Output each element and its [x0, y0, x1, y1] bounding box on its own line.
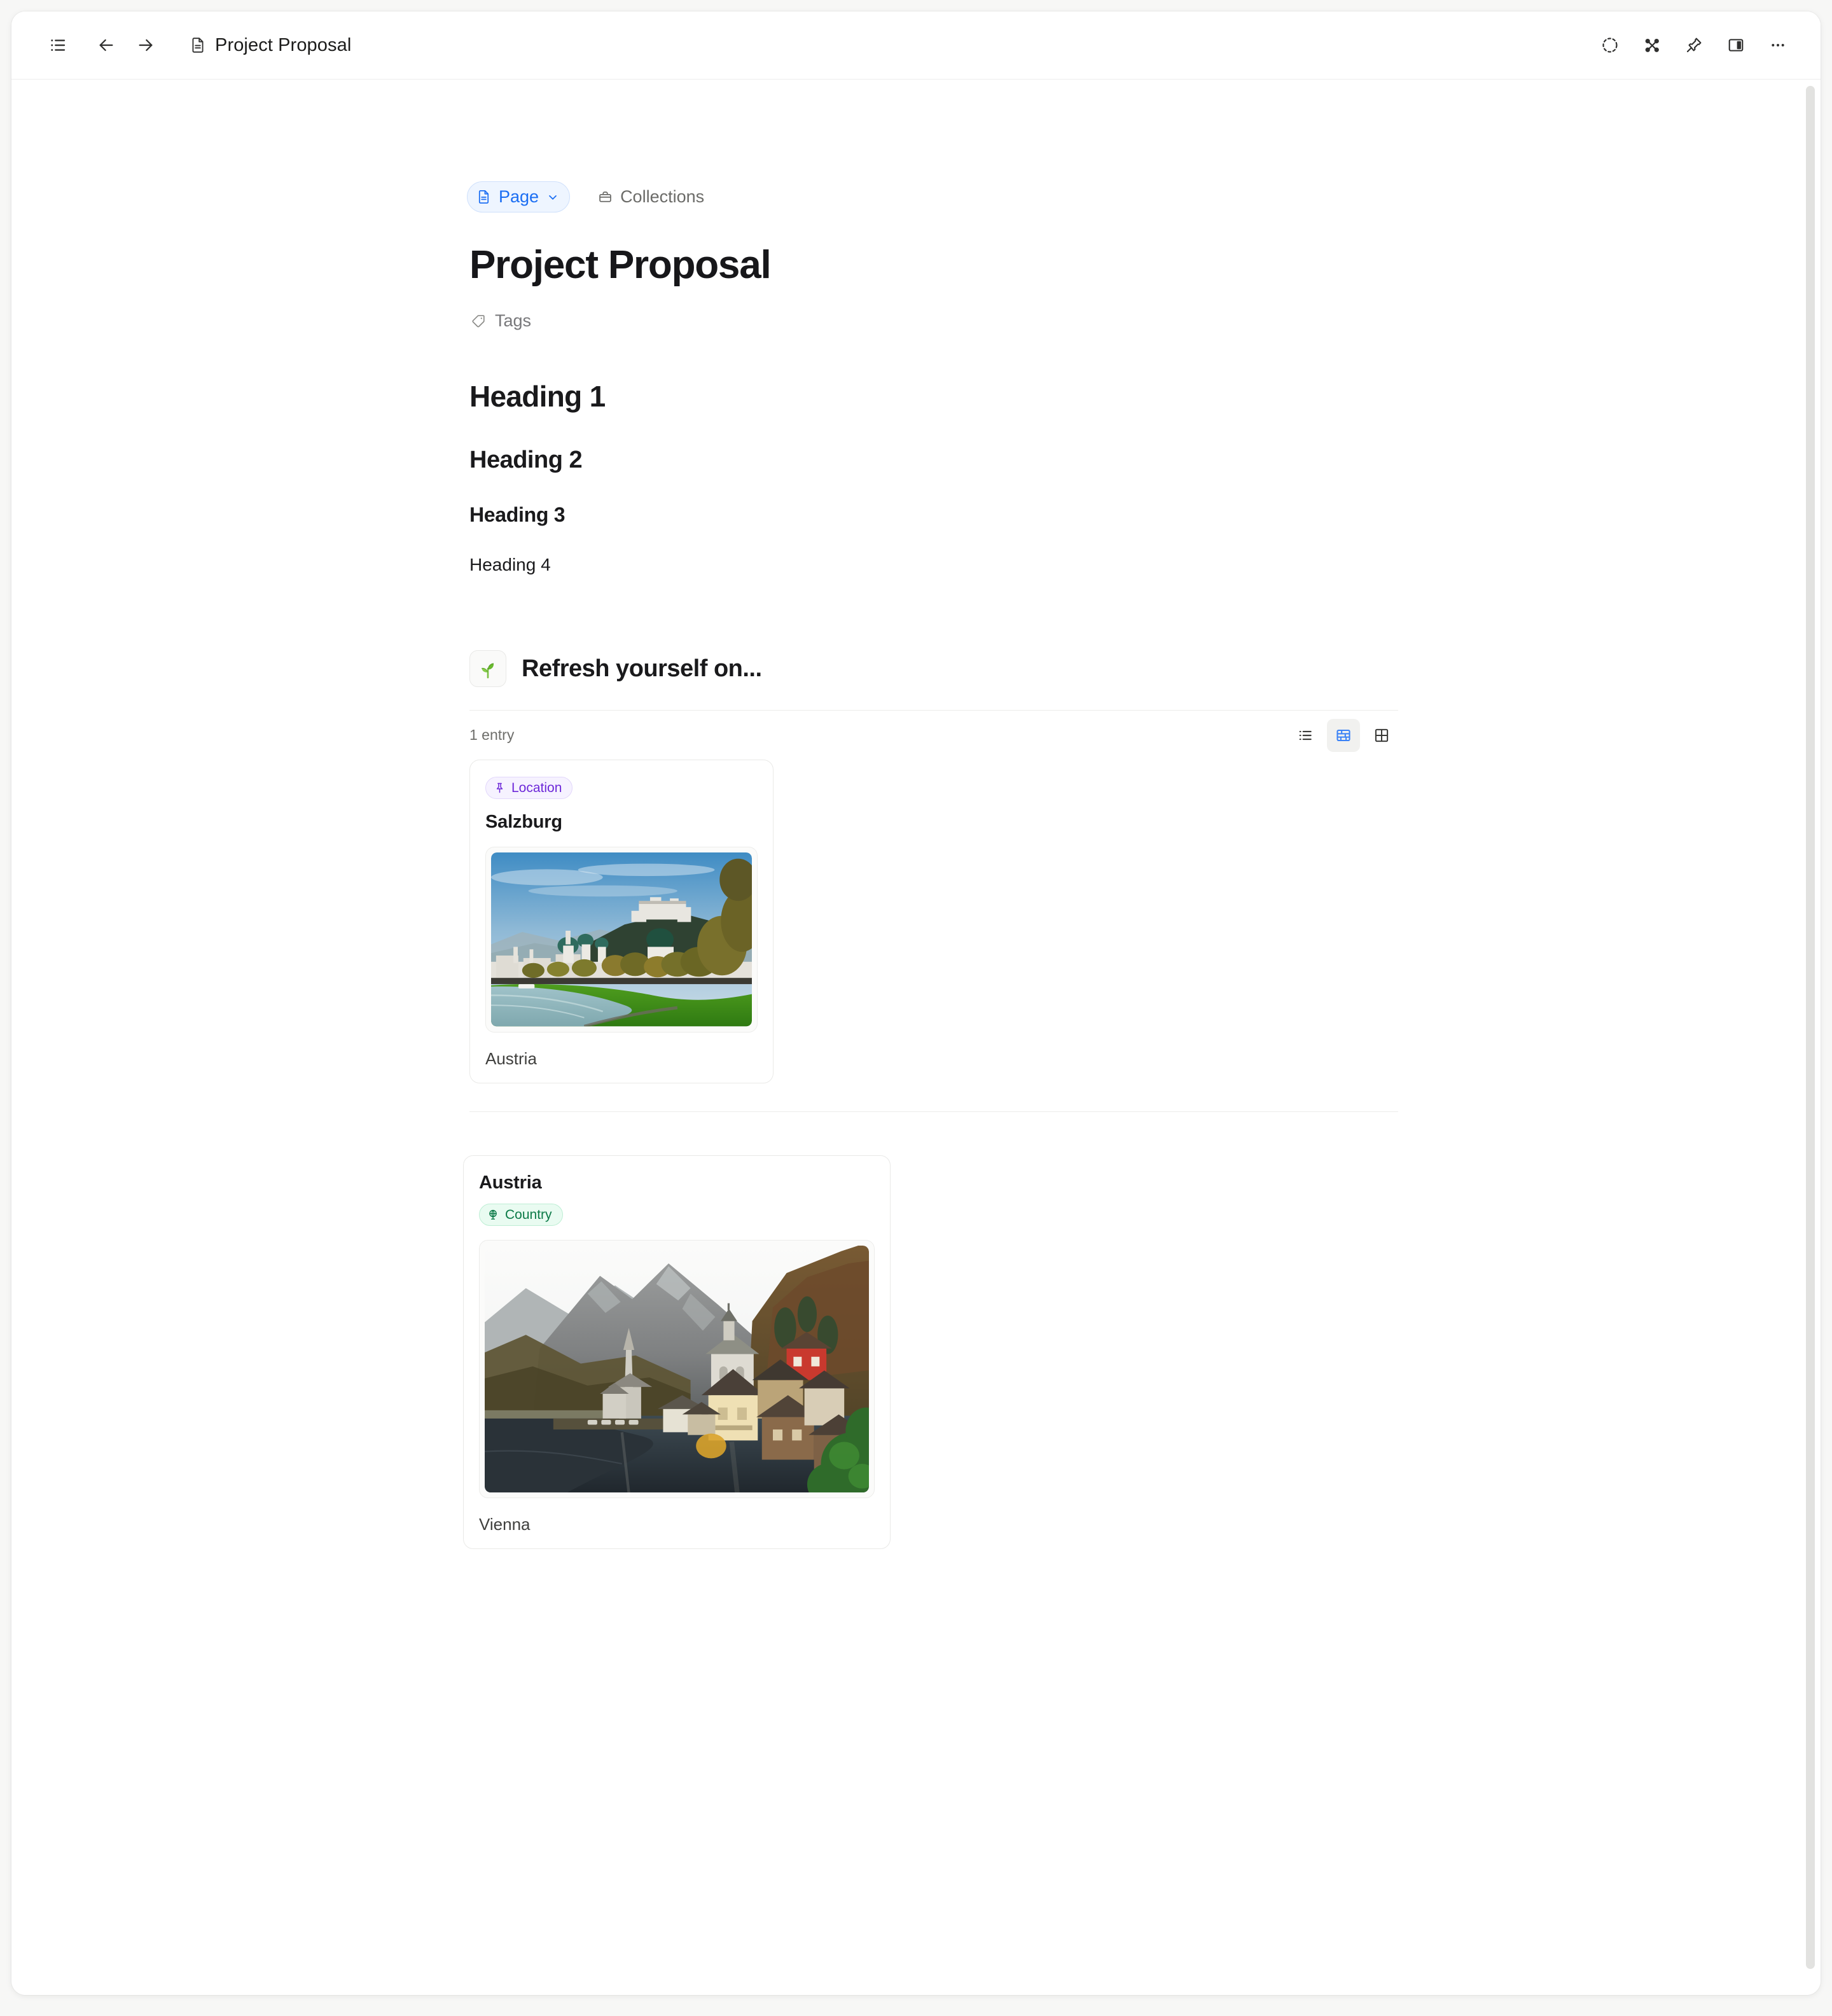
- gallery-view-button[interactable]: [1327, 718, 1360, 752]
- breadcrumb-document[interactable]: Project Proposal: [182, 30, 359, 61]
- grid-view-button[interactable]: [1365, 719, 1398, 752]
- collection-header[interactable]: Refresh yourself on...: [469, 650, 1398, 688]
- list-view-icon: [1297, 727, 1314, 744]
- heading-1[interactable]: Heading 1: [469, 379, 1398, 414]
- gallery-view-icon: [1335, 727, 1352, 744]
- globe-icon: [487, 1209, 499, 1221]
- card-title: Salzburg: [485, 812, 562, 833]
- hallstatt-lakeside-village-photo: [485, 1245, 869, 1493]
- tab-collections-label: Collections: [620, 187, 705, 206]
- back-button[interactable]: [87, 25, 126, 65]
- section-divider: [469, 1111, 1398, 1112]
- titlebar-left-controls: Project Proposal: [38, 25, 359, 65]
- split-panel-button[interactable]: [1716, 25, 1756, 65]
- titlebar: Project Proposal: [11, 11, 1821, 80]
- sidebar-toggle-button[interactable]: [38, 25, 78, 65]
- heading-3[interactable]: Heading 3: [469, 503, 1398, 527]
- collection-title: Refresh yourself on...: [522, 655, 762, 682]
- page-title[interactable]: Project Proposal: [469, 243, 1398, 287]
- card-subtitle: Austria: [485, 1048, 537, 1068]
- tab-page[interactable]: Page: [467, 181, 571, 212]
- forward-button[interactable]: [126, 25, 165, 65]
- card-title: Austria: [479, 1172, 542, 1193]
- collection-card-grid: Location Salzburg Austria: [469, 760, 1398, 1083]
- briefcase-icon: [598, 190, 613, 204]
- pin-icon: [1685, 36, 1703, 54]
- view-toggle-group: [1289, 718, 1398, 752]
- collection-block: Refresh yourself on... 1 entry Location …: [463, 650, 1398, 1550]
- frame-capture-icon: [1601, 36, 1619, 54]
- status-badge-label: Country: [505, 1207, 552, 1222]
- heading-4[interactable]: Heading 4: [469, 555, 1398, 575]
- grid-view-icon: [1373, 727, 1390, 744]
- pin-icon: [494, 782, 506, 794]
- page-mode-tabs: Page Collections: [467, 181, 1398, 212]
- vertical-scrollbar[interactable]: [1806, 86, 1815, 1989]
- pin-button[interactable]: [1674, 25, 1714, 65]
- status-badge[interactable]: Country: [479, 1203, 563, 1226]
- tag-icon: [471, 314, 486, 329]
- tab-collections[interactable]: Collections: [586, 181, 717, 212]
- list-sidebar-icon: [48, 36, 67, 55]
- split-panel-icon: [1727, 36, 1745, 54]
- arrow-left-icon: [96, 35, 116, 55]
- app-window: Project Proposal Page Collections Projec…: [11, 11, 1821, 1995]
- status-badge[interactable]: Location: [485, 777, 573, 800]
- titlebar-right-controls: [1590, 25, 1798, 65]
- graph-view-button[interactable]: [1632, 25, 1672, 65]
- entry-count: 1 entry: [469, 726, 515, 744]
- graph-view-icon: [1643, 36, 1662, 55]
- chevron-down-icon: [546, 191, 559, 204]
- status-badge-label: Location: [511, 781, 562, 796]
- document-icon: [190, 37, 206, 53]
- list-view-button[interactable]: [1289, 719, 1322, 752]
- scrollbar-thumb[interactable]: [1806, 86, 1815, 1969]
- document-icon: [476, 190, 491, 204]
- more-options-button[interactable]: [1758, 25, 1798, 65]
- card-image-frame: [485, 847, 758, 1032]
- page-scroll-area: Page Collections Project Proposal Tags H…: [11, 80, 1821, 1995]
- card-subtitle: Vienna: [479, 1515, 531, 1534]
- more-options-icon: [1769, 36, 1787, 54]
- frame-capture-button[interactable]: [1590, 25, 1630, 65]
- collection-toolbar: 1 entry: [469, 710, 1398, 760]
- card-image-frame: [479, 1239, 875, 1499]
- arrow-right-icon: [135, 35, 156, 55]
- collection-card-salzburg[interactable]: Location Salzburg Austria: [469, 760, 774, 1083]
- page-content: Page Collections Project Proposal Tags H…: [463, 181, 1398, 1550]
- salzburg-riverfront-photo: [491, 852, 752, 1027]
- heading-2[interactable]: Heading 2: [469, 447, 1398, 474]
- tags-label: Tags: [495, 311, 532, 331]
- tab-page-label: Page: [499, 187, 539, 206]
- seedling-emoji: [469, 650, 506, 688]
- collection-card-austria[interactable]: Austria Country Vienna: [463, 1155, 891, 1550]
- breadcrumb-title: Project Proposal: [215, 34, 352, 55]
- page-canvas: Page Collections Project Proposal Tags H…: [11, 80, 1821, 1550]
- tags-field[interactable]: Tags: [469, 309, 536, 333]
